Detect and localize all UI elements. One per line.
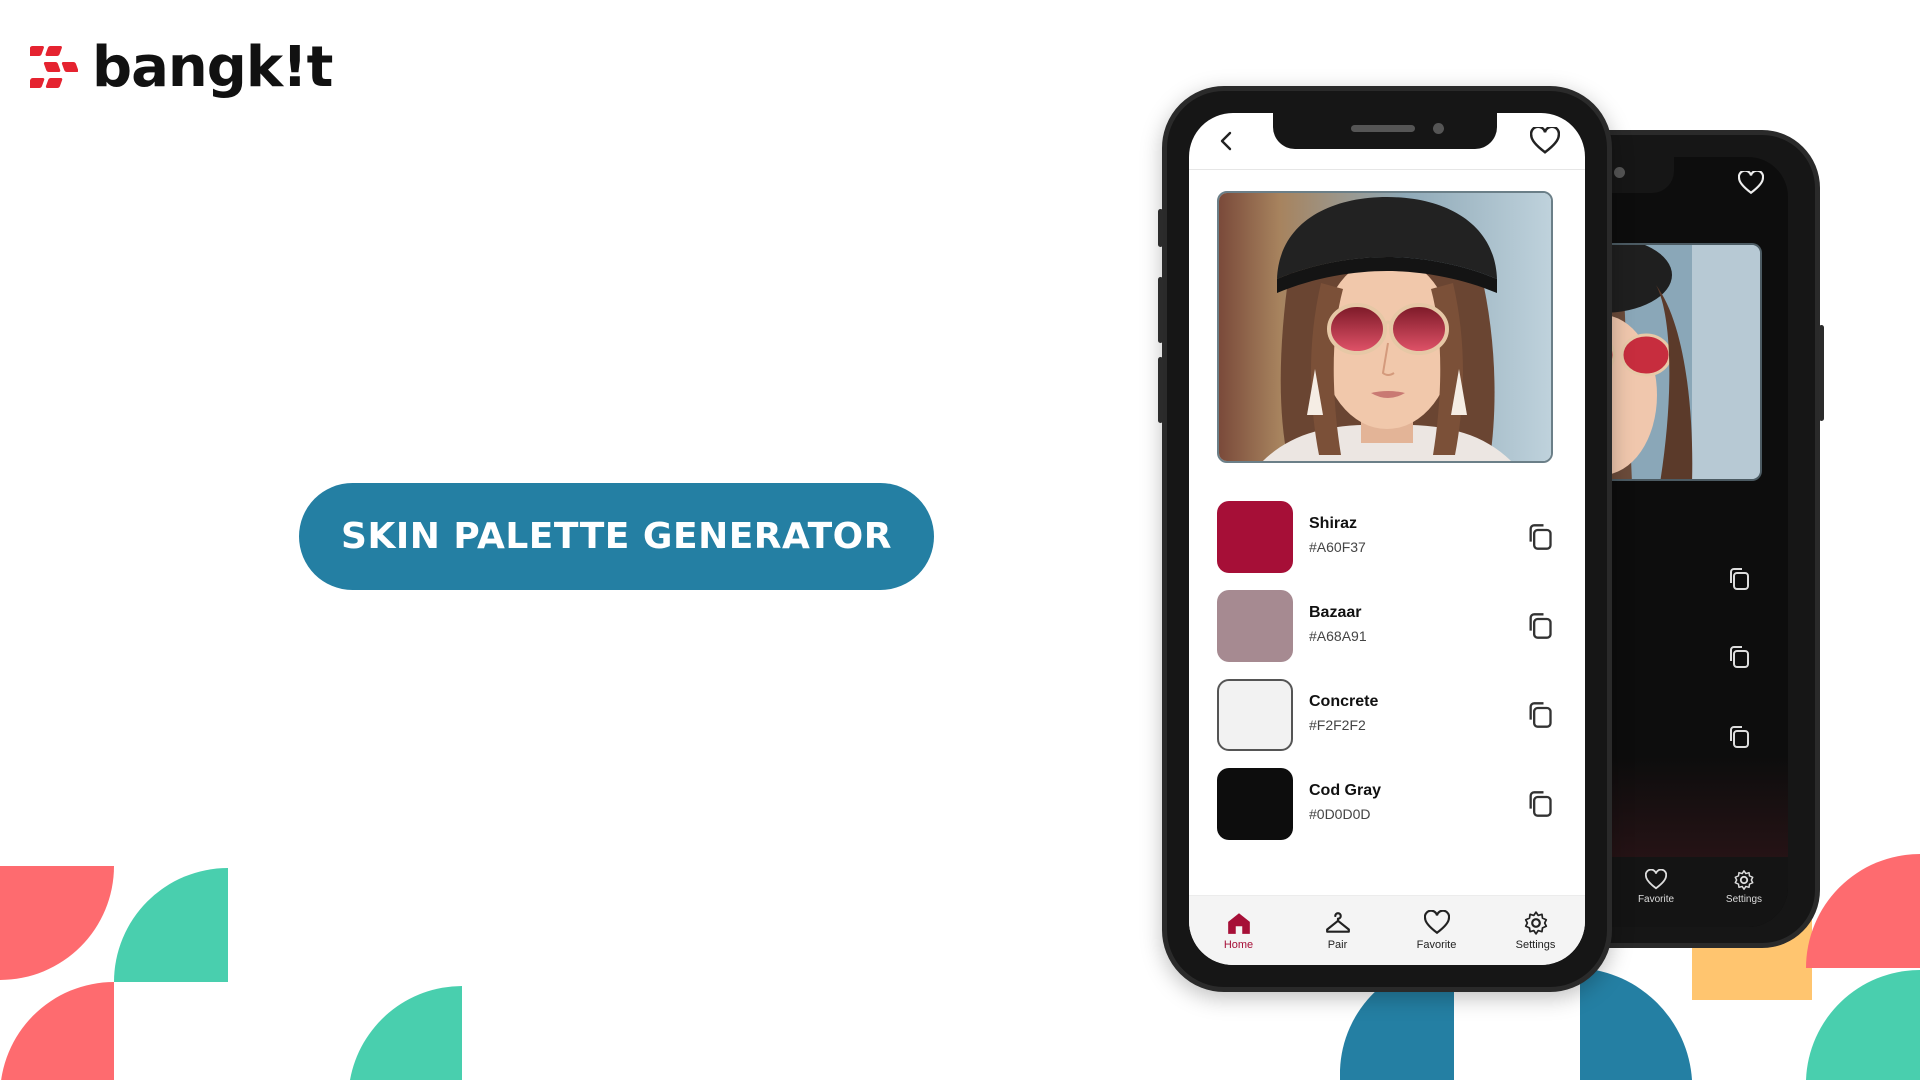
nav-favorite-dark[interactable]: Favorite	[1612, 857, 1700, 927]
notch	[1273, 113, 1497, 149]
color-name: Shiraz	[1309, 515, 1358, 532]
color-name: Cod Gray	[1309, 782, 1382, 799]
palette-item: Cod Gray #0D0D0D	[1217, 768, 1557, 857]
color-hex: #F2F2F2	[1309, 717, 1366, 733]
nav-settings[interactable]: Settings	[1486, 896, 1585, 965]
color-hex: #A68A91	[1309, 628, 1367, 644]
nav-settings-dark[interactable]: Settings	[1700, 857, 1788, 927]
copy-icon[interactable]	[1728, 567, 1750, 591]
nav-label: Pair	[1327, 939, 1348, 951]
gear-icon	[1734, 870, 1754, 890]
heart-icon	[1423, 910, 1450, 935]
page-title: SKIN PALETTE GENERATOR	[341, 516, 892, 557]
heart-icon[interactable]	[1738, 171, 1764, 195]
heart-icon	[1645, 869, 1667, 890]
header-divider	[1189, 169, 1585, 170]
palette-item: Bazaar #A68A91	[1217, 590, 1557, 679]
color-name: Bazaar	[1309, 604, 1362, 621]
brand-wordmark: bangk!t	[92, 35, 333, 100]
copy-icon[interactable]	[1527, 701, 1553, 729]
volume-down-button	[1158, 357, 1163, 423]
bangkit-logo-icon	[30, 46, 78, 88]
copy-icon[interactable]	[1527, 612, 1553, 640]
color-swatch	[1217, 590, 1293, 662]
nav-label: Favorite	[1637, 894, 1675, 905]
color-name: Concrete	[1309, 693, 1379, 710]
copy-icon[interactable]	[1728, 725, 1750, 749]
nav-label: Favorite	[1416, 939, 1457, 951]
copy-icon[interactable]	[1527, 790, 1553, 818]
home-icon	[1227, 913, 1250, 934]
palette-list: Shiraz #A60F37 Bazaar #A68A91 Concrete #…	[1217, 501, 1557, 857]
color-hex: #0D0D0D	[1309, 806, 1371, 822]
nav-label: Settings	[1725, 894, 1763, 905]
palette-item: Shiraz #A60F37	[1217, 501, 1557, 590]
hanger-icon	[1325, 912, 1350, 933]
nav-label: Home	[1223, 939, 1254, 951]
uploaded-photo	[1217, 191, 1553, 463]
copy-icon[interactable]	[1527, 523, 1553, 551]
mute-switch	[1158, 209, 1163, 247]
nav-pair[interactable]: Pair	[1288, 896, 1387, 965]
decorative-shapes-left	[0, 866, 462, 1080]
gear-icon	[1524, 911, 1547, 935]
phone-mockup-light: Shiraz #A60F37 Bazaar #A68A91 Concrete #…	[1158, 86, 1612, 992]
app-screen: Shiraz #A60F37 Bazaar #A68A91 Concrete #…	[1189, 113, 1585, 965]
bottom-nav: Home Pair Favorite Settings	[1189, 895, 1585, 965]
nav-home[interactable]: Home	[1189, 896, 1288, 965]
color-swatch	[1217, 679, 1293, 751]
color-swatch	[1217, 768, 1293, 840]
heart-icon[interactable]	[1530, 127, 1560, 155]
color-swatch	[1217, 501, 1293, 573]
chevron-left-icon[interactable]	[1215, 129, 1239, 153]
volume-up-button	[1158, 277, 1163, 343]
palette-item: Concrete #F2F2F2	[1217, 679, 1557, 768]
copy-icon[interactable]	[1728, 645, 1750, 669]
nav-label: Settings	[1515, 939, 1556, 951]
power-button	[1819, 325, 1824, 421]
color-hex: #A60F37	[1309, 539, 1366, 555]
title-banner: SKIN PALETTE GENERATOR	[299, 483, 934, 590]
brand-logo: bangk!t	[30, 28, 333, 108]
nav-favorite[interactable]: Favorite	[1387, 896, 1486, 965]
